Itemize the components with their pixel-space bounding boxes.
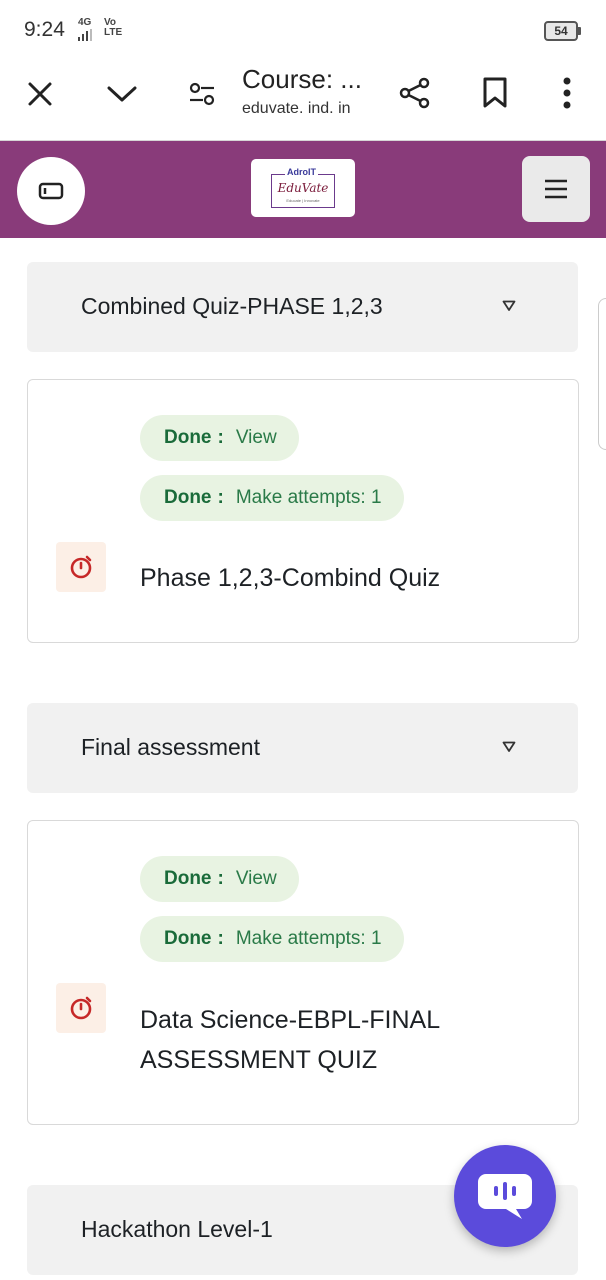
section-title: Final assessment bbox=[81, 734, 260, 760]
activity-link[interactable]: Phase 1,2,3-Combind Quiz bbox=[140, 558, 440, 598]
logo-main-text: EduVate bbox=[277, 181, 329, 195]
logo-subtitle: Educate | Innovate bbox=[286, 198, 320, 203]
drawer-toggle-button[interactable] bbox=[17, 157, 85, 225]
logo-top-text: AdroIT bbox=[285, 167, 318, 177]
section-header-combined-quiz[interactable]: Combined Quiz-PHASE 1,2,3 bbox=[27, 262, 578, 352]
hamburger-icon bbox=[545, 179, 567, 199]
section-title: Combined Quiz-PHASE 1,2,3 bbox=[81, 293, 383, 319]
page-scroll-handle[interactable] bbox=[598, 298, 606, 450]
site-header: EduVate Educate | Innovate AdroIT bbox=[0, 141, 606, 238]
close-icon[interactable] bbox=[22, 76, 58, 112]
network-indicator: 4G bbox=[78, 18, 92, 41]
signal-icon bbox=[78, 29, 92, 41]
completion-badge: Done: Make attempts: 1 bbox=[140, 475, 404, 521]
activity-card: Done: View Done: Make attempts: 1 Data Sci… bbox=[27, 820, 579, 1125]
quiz-stopwatch-icon bbox=[56, 983, 106, 1033]
logo-frame: EduVate Educate | Innovate bbox=[271, 174, 335, 208]
section-header-final-assessment[interactable]: Final assessment bbox=[27, 703, 578, 793]
status-bar: 9:24 4G Vo LTE 54 bbox=[0, 0, 606, 56]
sidebar-icon bbox=[38, 182, 64, 200]
chat-bubble-icon bbox=[478, 1174, 532, 1219]
activity-name-line: Data Science-EBPL-FINAL bbox=[140, 1006, 441, 1034]
completion-badge: Done: Make attempts: 1 bbox=[140, 916, 404, 962]
browser-toolbar: Course: ... eduvate. ind. in bbox=[0, 56, 606, 141]
activity-name-line: ASSESSMENT QUIZ bbox=[140, 1046, 378, 1074]
chevron-down-icon[interactable] bbox=[102, 76, 142, 112]
chat-button[interactable] bbox=[454, 1145, 556, 1247]
completion-badge: Done: View bbox=[140, 856, 299, 902]
caret-down-icon[interactable] bbox=[502, 300, 516, 312]
volte-indicator: Vo LTE bbox=[104, 17, 123, 38]
site-settings-icon[interactable] bbox=[184, 76, 220, 112]
activity-link[interactable]: Data Science-EBPL-FINAL ASSESSMENT QUIZ bbox=[140, 1000, 440, 1080]
share-icon[interactable] bbox=[396, 74, 434, 112]
battery-indicator: 54 bbox=[544, 21, 581, 41]
caret-down-icon[interactable] bbox=[502, 741, 516, 753]
section-title: Hackathon Level-1 bbox=[81, 1216, 273, 1242]
menu-button[interactable] bbox=[522, 156, 590, 222]
page-url[interactable]: eduvate. ind. in bbox=[242, 100, 351, 118]
bookmark-icon[interactable] bbox=[476, 74, 514, 112]
quiz-stopwatch-icon bbox=[56, 542, 106, 592]
eduvate-logo[interactable]: EduVate Educate | Innovate AdroIT bbox=[251, 159, 355, 217]
page-title: Course: ... bbox=[242, 64, 362, 94]
completion-badge: Done: View bbox=[140, 415, 299, 461]
status-time: 9:24 bbox=[24, 18, 65, 41]
activity-card: Done: View Done: Make attempts: 1 Phase 1,… bbox=[27, 379, 579, 643]
more-vert-icon[interactable] bbox=[550, 74, 584, 112]
